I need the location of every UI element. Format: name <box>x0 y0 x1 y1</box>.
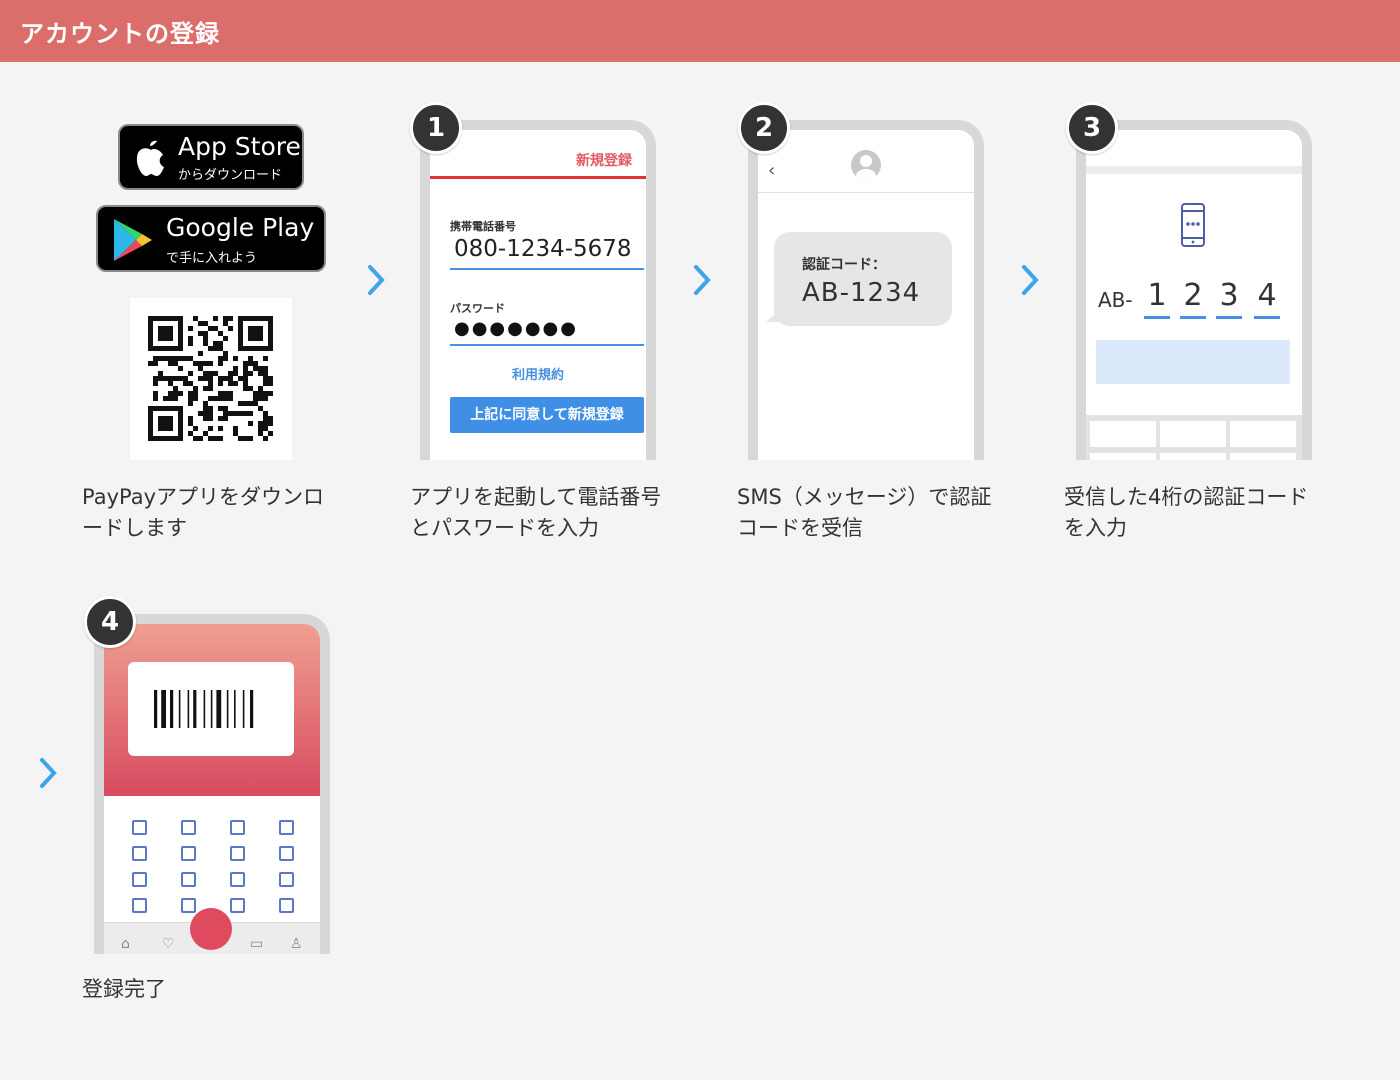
status-bar <box>1086 166 1302 174</box>
app-store-badge[interactable]: App Store からダウンロード <box>118 124 304 190</box>
app-icon[interactable] <box>279 872 294 887</box>
app-icon[interactable] <box>132 846 147 861</box>
pay-button[interactable] <box>190 908 232 950</box>
home-icon[interactable]: ⌂ <box>121 936 130 952</box>
app-icon[interactable] <box>132 872 147 887</box>
keypad-key[interactable] <box>1160 421 1226 447</box>
code-digit-underline <box>1216 316 1242 319</box>
page-header: アカウントの登録 <box>0 0 1400 62</box>
phone-mockup-complete: ⌂ ♡ ▭ ♙ <box>94 614 330 954</box>
password-field[interactable]: ●●●●●●● <box>454 318 578 339</box>
phone-number-underline <box>450 268 644 270</box>
header-divider <box>430 176 646 179</box>
qr-code <box>130 298 292 460</box>
step-number-badge: 1 <box>410 102 462 154</box>
phone-number-field[interactable]: 080-1234-5678 <box>454 236 632 262</box>
keypad-key[interactable] <box>1090 421 1156 447</box>
keypad-key[interactable] <box>1090 453 1156 460</box>
location-icon[interactable]: ♡ <box>162 936 175 952</box>
code-label: 認証コード： <box>802 257 886 273</box>
submit-code-button[interactable] <box>1096 340 1290 384</box>
chevron-right-icon <box>40 758 57 788</box>
wallet-icon[interactable]: ▭ <box>250 936 263 952</box>
app-icon[interactable] <box>279 820 294 835</box>
app-icon[interactable] <box>132 898 147 913</box>
app-icon[interactable] <box>181 898 196 913</box>
sms-message-bubble: 認証コード： AB-1234 <box>774 232 952 326</box>
phone-mockup-sms: ‹ 認証コード： AB-1234 <box>748 120 984 460</box>
qr-code-image <box>148 316 273 441</box>
keypad-key[interactable] <box>1160 453 1226 460</box>
app-icon[interactable] <box>230 898 245 913</box>
signup-link[interactable]: 新規登録 <box>576 150 632 170</box>
app-icon[interactable] <box>230 872 245 887</box>
chevron-right-icon <box>694 265 711 295</box>
step-number-badge: 2 <box>738 102 790 154</box>
phone-mockup-signup: 新規登録 携帯電話番号 080-1234-5678 パスワード ●●●●●●● … <box>420 120 656 460</box>
keypad-key[interactable] <box>1230 453 1296 460</box>
smartphone-message-icon <box>1181 203 1205 247</box>
chevron-right-icon <box>1022 265 1039 295</box>
app-icon[interactable] <box>279 846 294 861</box>
app-icon[interactable] <box>181 820 196 835</box>
code-digit[interactable]: 2 <box>1180 278 1206 313</box>
code-digit-underline <box>1144 316 1170 319</box>
app-store-subtitle: からダウンロード <box>178 168 283 183</box>
barcode-image <box>154 690 254 728</box>
step-number-badge: 4 <box>84 596 136 648</box>
apple-icon <box>136 140 164 176</box>
app-icon[interactable] <box>279 898 294 913</box>
barcode-card <box>128 662 294 756</box>
code-digit[interactable]: 3 <box>1216 278 1242 313</box>
step-caption-complete: 登録完了 <box>82 977 166 1001</box>
app-icon[interactable] <box>132 820 147 835</box>
chevron-right-icon <box>368 265 385 295</box>
contact-avatar <box>851 150 881 180</box>
google-play-icon <box>114 219 152 261</box>
sms-header: ‹ <box>758 130 974 193</box>
step-caption-signup: アプリを起動して電話番号とパスワードを入力 <box>410 485 662 540</box>
phone-mockup-code-entry: AB- 1 2 3 4 <box>1076 120 1312 460</box>
step-number-badge: 3 <box>1066 102 1118 154</box>
app-store-title: App Store <box>178 132 301 161</box>
google-play-title: Google Play <box>166 213 315 242</box>
phone-number-label: 携帯電話番号 <box>450 220 516 233</box>
back-icon[interactable]: ‹ <box>768 160 775 181</box>
step-caption-code-entry: 受信した4桁の認証コードを入力 <box>1064 485 1309 540</box>
numeric-keypad <box>1086 415 1302 460</box>
step-caption-download: PayPayアプリをダウンロードします <box>82 485 325 540</box>
password-underline <box>450 344 644 346</box>
app-icon[interactable] <box>181 872 196 887</box>
app-icon[interactable] <box>181 846 196 861</box>
app-icon[interactable] <box>230 820 245 835</box>
payment-header <box>104 624 320 796</box>
code-digit[interactable]: 1 <box>1144 278 1170 313</box>
user-icon[interactable]: ♙ <box>290 936 303 952</box>
google-play-subtitle: で手に入れよう <box>166 251 258 266</box>
google-play-badge[interactable]: Google Play で手に入れよう <box>96 205 326 272</box>
code-digit[interactable]: 4 <box>1254 278 1280 313</box>
agree-register-button[interactable]: 上記に同意して新規登録 <box>450 397 644 433</box>
app-icon[interactable] <box>230 846 245 861</box>
code-digit-underline <box>1180 316 1206 319</box>
keypad-key[interactable] <box>1230 421 1296 447</box>
code-prefix: AB- <box>1098 288 1133 312</box>
step-caption-sms: SMS（メッセージ）で認証コードを受信 <box>737 485 992 540</box>
terms-link[interactable]: 利用規約 <box>430 364 646 383</box>
code-digit-underline <box>1254 316 1280 319</box>
password-label: パスワード <box>450 302 505 315</box>
page-title: アカウントの登録 <box>20 20 220 48</box>
verification-code: AB-1234 <box>802 278 921 308</box>
